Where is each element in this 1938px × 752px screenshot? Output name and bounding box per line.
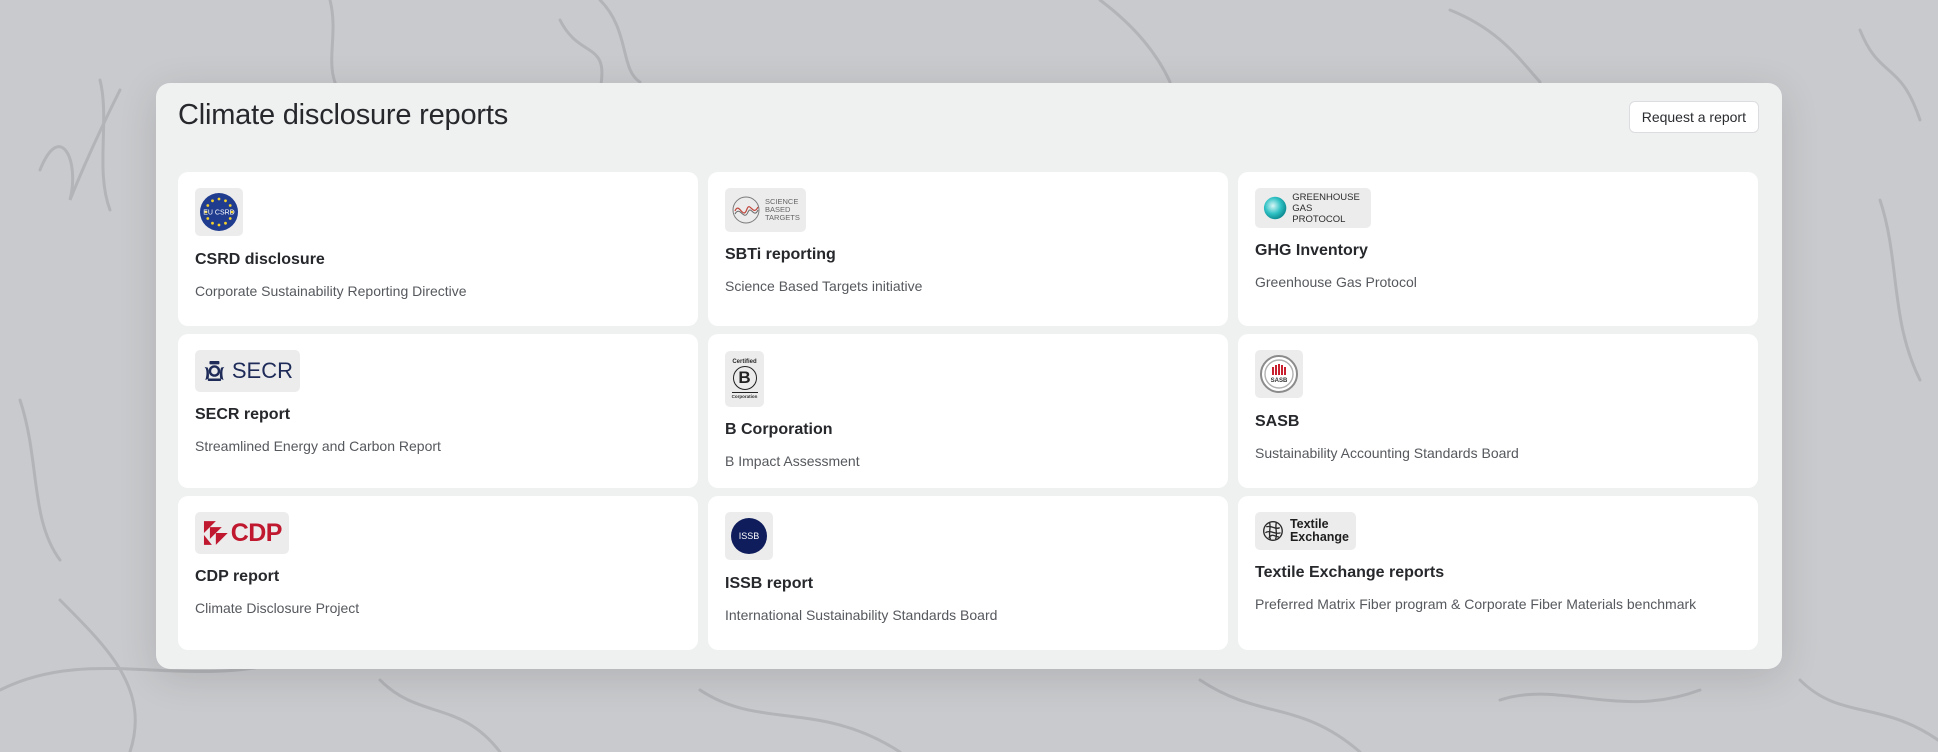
card-title: CSRD disclosure (195, 251, 325, 268)
sasb-logo-text: SASB (1271, 378, 1288, 384)
card-subtitle: Streamlined Energy and Carbon Report (195, 438, 441, 454)
card-subtitle: Preferred Matrix Fiber program & Corpora… (1255, 596, 1697, 612)
card-title: B Corporation (725, 421, 833, 438)
ghg-logo-line: GREENHOUSE (1292, 191, 1360, 203)
card-subtitle: Science Based Targets initiative (725, 278, 923, 294)
royal-crest-icon (204, 361, 225, 381)
reports-panel: Climate disclosure reports Request a rep… (156, 83, 1782, 669)
report-card-textile-exchange[interactable]: Textile Exchange Textile Exchange report… (1238, 496, 1758, 650)
card-title: GHG Inventory (1255, 242, 1368, 259)
report-card-sasb[interactable]: SASB SASB Sustainability Accounting Stan… (1238, 334, 1758, 488)
cdp-triangles-icon (203, 521, 228, 545)
secr-logo-text: SECR (231, 358, 293, 383)
eu-csrd-logo-text: EU CSRD (203, 210, 235, 217)
sbti-logo: SCIENCE BASED TARGETS (725, 188, 806, 232)
page-title: Climate disclosure reports (178, 99, 509, 131)
card-subtitle: Sustainability Accounting Standards Boar… (1255, 445, 1519, 461)
card-title: Textile Exchange reports (1255, 564, 1445, 581)
textile-exchange-logo: Textile Exchange (1255, 512, 1356, 550)
b-corp-b-icon: B (732, 366, 757, 390)
card-subtitle: Greenhouse Gas Protocol (1255, 274, 1417, 290)
reports-grid: EU CSRD CSRD disclosure Corporate Sustai… (178, 172, 1758, 650)
issb-logo: ISSB (725, 512, 773, 560)
textile-logo-line: Exchange (1289, 530, 1349, 544)
card-subtitle: B Impact Assessment (725, 453, 860, 469)
report-card-csrd[interactable]: EU CSRD CSRD disclosure Corporate Sustai… (178, 172, 698, 326)
ghg-protocol-logo: GREENHOUSE GAS PROTOCOL (1255, 188, 1371, 228)
sbti-logo-line: TARGETS (765, 213, 800, 222)
card-subtitle: International Sustainability Standards B… (725, 607, 998, 623)
sbti-wave-icon (732, 196, 760, 224)
b-corp-rule (731, 392, 758, 393)
card-subtitle: Climate Disclosure Project (195, 600, 360, 616)
eu-csrd-logo: EU CSRD (195, 188, 243, 236)
report-card-sbti[interactable]: SCIENCE BASED TARGETS SBTi reporting Sci… (708, 172, 1228, 326)
secr-logo: SECR (195, 350, 300, 392)
card-title: SBTi reporting (725, 246, 836, 263)
request-report-button[interactable]: Request a report (1628, 101, 1759, 133)
card-title: ISSB report (725, 575, 814, 592)
cdp-logo: CDP (195, 512, 289, 554)
ghg-logo-line: GAS PROTOCOL (1292, 202, 1346, 225)
textile-exchange-knot-icon (1263, 521, 1283, 541)
report-card-ghg[interactable]: GREENHOUSE GAS PROTOCOL GHG Inventory Gr… (1238, 172, 1758, 326)
report-card-issb[interactable]: ISSB ISSB report International Sustainab… (708, 496, 1228, 650)
b-corp-logo-line: Certified (732, 359, 757, 365)
card-subtitle: Corporate Sustainability Reporting Direc… (195, 283, 467, 299)
cdp-logo-text: CDP (230, 518, 283, 547)
report-card-cdp[interactable]: CDP CDP report Climate Disclosure Projec… (178, 496, 698, 650)
card-title: SASB (1255, 413, 1300, 430)
b-corp-logo-line: Corporation (731, 394, 758, 399)
ghg-circle-icon (1263, 196, 1287, 220)
card-title: CDP report (195, 568, 280, 585)
issb-logo-text: ISSB (739, 531, 760, 541)
report-card-secr[interactable]: SECR SECR report Streamlined Energy and … (178, 334, 698, 488)
card-title: SECR report (195, 406, 291, 423)
sasb-logo: SASB (1255, 350, 1303, 398)
report-card-bcorp[interactable]: Certified B Corporation B Corporation B … (708, 334, 1228, 488)
b-corp-logo: Certified B Corporation (725, 351, 764, 407)
